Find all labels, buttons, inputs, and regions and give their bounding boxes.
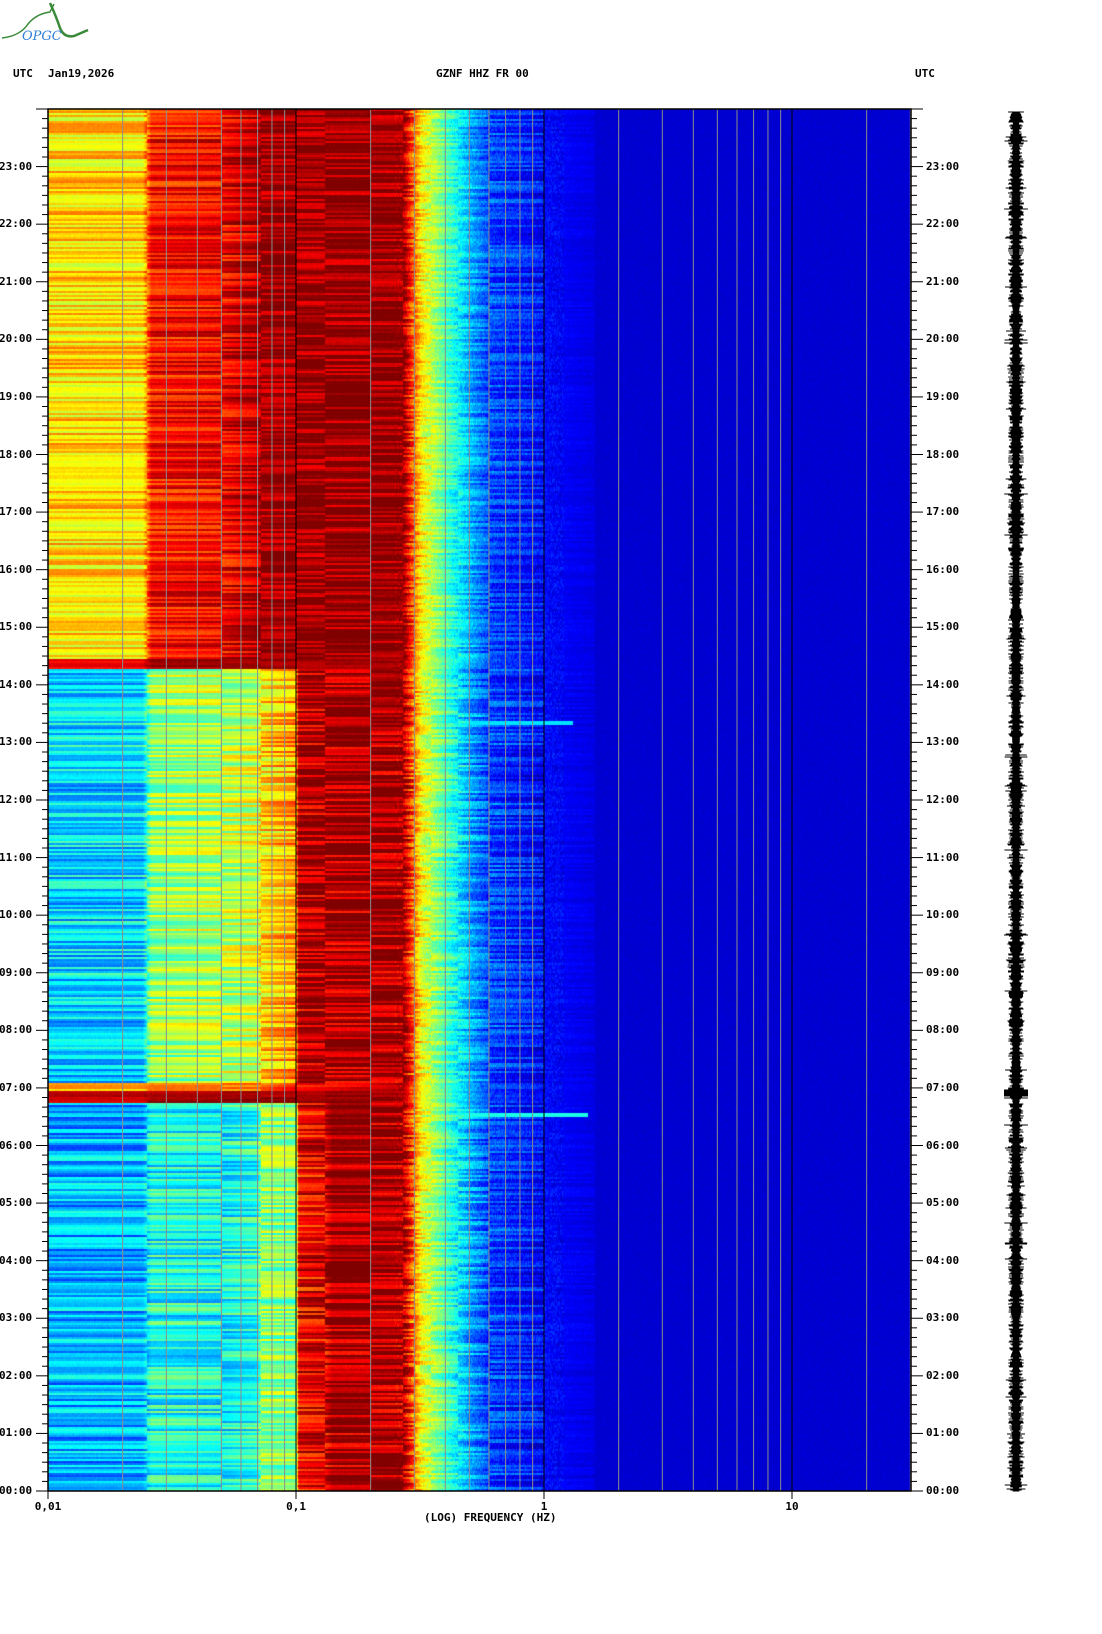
left-time-label: 16:00 bbox=[0, 562, 33, 576]
right-time-label: 09:00 bbox=[926, 965, 960, 979]
left-time-label: 07:00 bbox=[0, 1080, 33, 1094]
right-time-label: 05:00 bbox=[926, 1196, 960, 1210]
right-time-label: 22:00 bbox=[926, 217, 960, 231]
left-time-label: 20:00 bbox=[0, 332, 33, 346]
left-time-label: 09:00 bbox=[0, 965, 33, 979]
right-time-label: 07:00 bbox=[926, 1080, 960, 1094]
right-time-label: 23:00 bbox=[926, 159, 960, 173]
left-time-label: 17:00 bbox=[0, 505, 33, 519]
left-time-label: 13:00 bbox=[0, 735, 33, 749]
left-time-label: 15:00 bbox=[0, 620, 33, 634]
left-time-label: 04:00 bbox=[0, 1253, 33, 1267]
left-time-label: 03:00 bbox=[0, 1311, 33, 1325]
x-tick-label: 0,01 bbox=[34, 1500, 62, 1513]
right-time-label: 12:00 bbox=[926, 793, 960, 806]
right-time-label: 11:00 bbox=[926, 850, 960, 864]
right-time-label: 08:00 bbox=[926, 1023, 960, 1037]
right-time-label: 01:00 bbox=[926, 1426, 960, 1440]
left-time-label: 19:00 bbox=[0, 389, 33, 403]
right-time-label: 15:00 bbox=[926, 620, 960, 634]
right-time-label: 18:00 bbox=[926, 447, 960, 461]
right-time-label: 20:00 bbox=[926, 332, 960, 346]
plot-frame bbox=[47, 108, 912, 1492]
x-axis-title: (LOG) FREQUENCY (HZ) bbox=[424, 1511, 557, 1524]
right-time-label: 17:00 bbox=[926, 505, 960, 519]
left-time-label: 18:00 bbox=[0, 447, 33, 461]
right-time-label: 21:00 bbox=[926, 274, 960, 288]
left-time-label: 21:00 bbox=[0, 274, 33, 288]
left-time-label: 08:00 bbox=[0, 1023, 33, 1037]
right-time-label: 03:00 bbox=[926, 1311, 960, 1325]
x-tick-label: 0,1 bbox=[286, 1500, 306, 1513]
right-time-label: 10:00 bbox=[926, 908, 960, 922]
right-time-label: 00:00 bbox=[926, 1484, 960, 1497]
chart-overlay bbox=[36, 108, 1028, 1499]
left-time-label: 10:00 bbox=[0, 908, 33, 922]
left-time-label: 14:00 bbox=[0, 677, 33, 691]
seismogram-trace bbox=[1004, 111, 1028, 1492]
right-time-label: 16:00 bbox=[926, 562, 960, 576]
left-time-label: 01:00 bbox=[0, 1426, 33, 1440]
left-time-label: 02:00 bbox=[0, 1368, 33, 1382]
left-time-label: 00:00 bbox=[0, 1484, 33, 1497]
right-time-label: 04:00 bbox=[926, 1253, 960, 1267]
left-time-label: 12:00 bbox=[0, 793, 33, 806]
x-tick-label: 10 bbox=[785, 1500, 799, 1513]
left-time-label: 06:00 bbox=[0, 1138, 33, 1152]
left-time-label: 23:00 bbox=[0, 159, 33, 173]
right-time-label: 06:00 bbox=[926, 1138, 960, 1152]
right-time-label: 14:00 bbox=[926, 677, 960, 691]
right-time-label: 19:00 bbox=[926, 389, 960, 403]
left-time-label: 22:00 bbox=[0, 217, 33, 231]
left-time-label: 05:00 bbox=[0, 1196, 33, 1210]
right-time-label: 13:00 bbox=[926, 735, 960, 749]
left-time-label: 11:00 bbox=[0, 850, 33, 864]
right-time-label: 02:00 bbox=[926, 1368, 960, 1382]
